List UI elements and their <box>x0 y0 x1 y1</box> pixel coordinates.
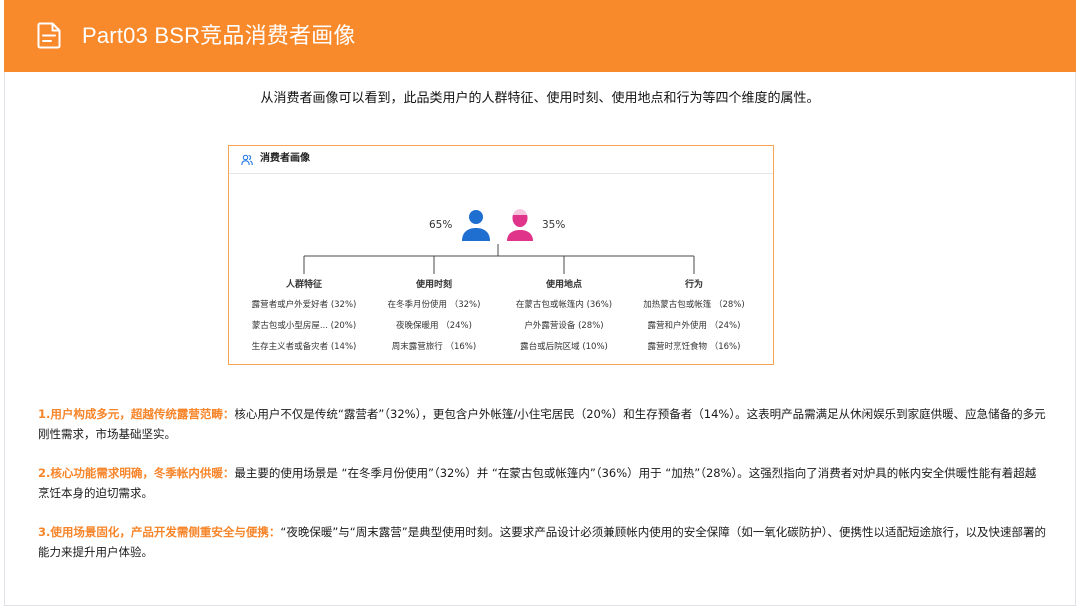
column-item: 露营时烹饪食物 （16%) <box>647 342 741 352</box>
column-item: 蒙古包或小型房屋... (20%) <box>251 321 357 331</box>
column-item: 露营和户外使用 （24%) <box>647 321 741 331</box>
connector-lines <box>303 244 695 274</box>
key-findings: 1.用户构成多元，超越传统露营范畴：核心用户不仅是传统“露营者”（32%），更包… <box>38 404 1046 581</box>
document-icon <box>37 22 61 49</box>
finding-2-lead: 2.核心功能需求明确，冬季帐内供暖： <box>38 466 235 480</box>
column-item: 夜晚保暖用 （24%) <box>396 321 472 331</box>
header-bar: Part03 BSR竞品消费者画像 <box>4 0 1076 72</box>
column-item: 在冬季月份使用 （32%) <box>387 300 481 310</box>
intro-text: 从消费者画像可以看到，此品类用户的人群特征、使用时刻、使用地点和行为等四个维度的… <box>260 91 820 106</box>
finding-3-lead: 3.使用场景固化，产品开发需侧重安全与便携： <box>38 525 281 539</box>
column-item: 户外露营设备 (28%) <box>524 321 604 331</box>
column-item: 在蒙古包或帐篷内 (36%) <box>515 300 613 310</box>
column-title-behavior: 行为 <box>684 280 703 290</box>
finding-2: 2.核心功能需求明确，冬季帐内供暖：最主要的使用场景是 “在冬季月份使用”（32… <box>38 463 1046 503</box>
column-item: 周末露营旅行 （16%) <box>391 342 477 352</box>
finding-1-lead: 1.用户构成多元，超越传统露营范畴： <box>38 407 235 421</box>
column-item: 加热蒙古包或帐篷 （28%) <box>643 300 745 310</box>
column-title-demographics: 人群特征 <box>285 280 322 290</box>
consumer-profile-card: 消费者画像 65% 35% 人群特征 露营者或户外爱好者 (32%) 蒙古包或小… <box>228 145 774 365</box>
column-item: 生存主义者或备灾者 (14%) <box>251 342 357 352</box>
page-title: Part03 BSR竞品消费者画像 <box>82 23 356 48</box>
finding-3: 3.使用场景固化，产品开发需侧重安全与便携：“夜晚保暖”与“周末露营”是典型使用… <box>38 522 1046 562</box>
column-item: 露台或后院区域 (10%) <box>520 342 608 352</box>
column-item: 露营者或户外爱好者 (32%) <box>251 300 357 310</box>
column-title-usage-time: 使用时刻 <box>415 280 452 290</box>
finding-1: 1.用户构成多元，超越传统露营范畴：核心用户不仅是传统“露营者”（32%），更包… <box>38 404 1046 444</box>
column-title-usage-location: 使用地点 <box>545 280 582 290</box>
